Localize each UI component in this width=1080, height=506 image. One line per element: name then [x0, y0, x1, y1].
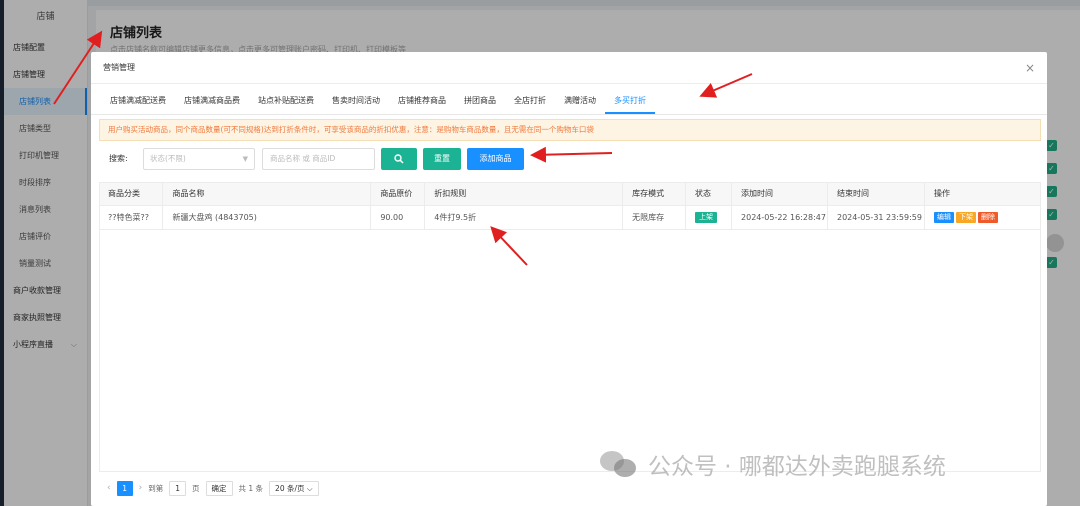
add-goods-button[interactable]: 添加商品 [467, 148, 524, 170]
page-size-select[interactable]: 20 条/页 ⌵ [269, 480, 319, 496]
next-page-icon[interactable]: › [139, 483, 143, 493]
notice-banner: 用户购买活动商品，同个商品数量(可不同规格)达到打折条件时，可享受该商品的折扣优… [99, 119, 1041, 141]
search-label: 搜索: [109, 154, 128, 163]
tab-sale-time-activity[interactable]: 售卖时间活动 [323, 88, 389, 114]
marketing-modal: 营销管理 × 店铺满减配送费 店铺满减商品费 站点补贴配送费 售卖时间活动 店铺… [91, 52, 1047, 506]
column-header: 库存模式 [622, 182, 687, 206]
watermark: 公众号 · 哪都达外卖跑腿系统 [600, 444, 946, 484]
tab-multi-buy-discount[interactable]: 多买打折 [605, 88, 655, 114]
page-unit-label: 页 [192, 483, 200, 493]
unlist-button[interactable]: 下架 [955, 211, 976, 223]
cell-category: ??特色菜?? [99, 205, 164, 230]
column-header: 商品分类 [99, 182, 164, 206]
confirm-button[interactable]: 确定 [205, 480, 233, 496]
status-select-value: 状态(不限) [150, 154, 186, 163]
table-header: 商品分类 商品名称 商品原价 折扣规则 库存模式 状态 添加时间 结束时间 操作 [99, 182, 1042, 206]
reset-button[interactable]: 重置 [423, 148, 461, 170]
page-size-value: 20 条/页 [275, 483, 305, 493]
total-count: 共 1 条 [238, 483, 264, 493]
column-header: 商品名称 [162, 182, 372, 206]
cell-price: 90.00 [370, 205, 426, 230]
search-input[interactable]: 商品名称 或 商品ID [262, 148, 375, 170]
table-row: ??特色菜?? 新疆大盘鸡 (4843705) 90.00 4件打9.5折 无限… [99, 205, 1042, 230]
cell-actions: 编辑 下架 删除 [924, 205, 1042, 230]
caret-down-icon: ▼ [242, 155, 248, 163]
cell-stock-mode: 无限库存 [622, 205, 687, 230]
prev-page-icon[interactable]: ‹ [107, 483, 111, 493]
goods-table: 商品分类 商品名称 商品原价 折扣规则 库存模式 状态 添加时间 结束时间 操作… [99, 182, 1042, 230]
cell-goods-name: 新疆大盘鸡 (4843705) [162, 205, 372, 230]
edit-button[interactable]: 编辑 [933, 211, 954, 223]
column-header: 折扣规则 [424, 182, 624, 206]
tab-site-subsidy-delivery[interactable]: 站点补贴配送费 [249, 88, 323, 114]
modal-header: 营销管理 × [91, 52, 1047, 84]
goto-label: 到第 [148, 483, 164, 493]
search-button[interactable] [381, 148, 417, 170]
cell-added-time: 2024-05-22 16:28:47 [731, 205, 828, 230]
pagination: ‹ 1 › 到第 1 页 确定 共 1 条 20 条/页 ⌵ [107, 480, 325, 496]
modal-title: 营销管理 [103, 63, 135, 72]
search-bar: 搜索: 状态(不限) ▼ 商品名称 或 商品ID 重置 添加商品 [101, 148, 1041, 170]
column-header: 状态 [685, 182, 733, 206]
column-header: 添加时间 [731, 182, 828, 206]
page-input[interactable]: 1 [169, 480, 186, 496]
chevron-down-icon: ⌵ [306, 483, 313, 493]
tab-gift-activity[interactable]: 满赠活动 [555, 88, 605, 114]
cell-end-time: 2024-05-31 23:59:59 [827, 205, 925, 230]
column-header: 结束时间 [827, 182, 925, 206]
delete-button[interactable]: 删除 [977, 211, 998, 223]
tab-divider [91, 114, 1047, 115]
tab-group-buy[interactable]: 拼团商品 [455, 88, 505, 114]
search-icon [394, 154, 404, 164]
column-header: 商品原价 [370, 182, 426, 206]
cell-status: 上架 [685, 205, 733, 230]
tab-store-discount-delivery[interactable]: 店铺满减配送费 [101, 88, 175, 114]
column-header: 操作 [924, 182, 1042, 206]
tab-bar: 店铺满减配送费 店铺满减商品费 站点补贴配送费 售卖时间活动 店铺推荐商品 拼团… [101, 88, 655, 114]
wechat-icon [600, 449, 638, 479]
watermark-text: 公众号 · 哪都达外卖跑腿系统 [648, 454, 946, 480]
close-icon[interactable]: × [1025, 52, 1035, 84]
status-badge: 上架 [695, 211, 718, 223]
cell-discount-rule: 4件打9.5折 [424, 205, 624, 230]
page-number-current[interactable]: 1 [116, 480, 133, 496]
tab-store-discount[interactable]: 全店打折 [505, 88, 555, 114]
tab-store-discount-goods[interactable]: 店铺满减商品费 [175, 88, 249, 114]
tab-store-recommended[interactable]: 店铺推荐商品 [389, 88, 455, 114]
status-select[interactable]: 状态(不限) ▼ [143, 148, 255, 170]
